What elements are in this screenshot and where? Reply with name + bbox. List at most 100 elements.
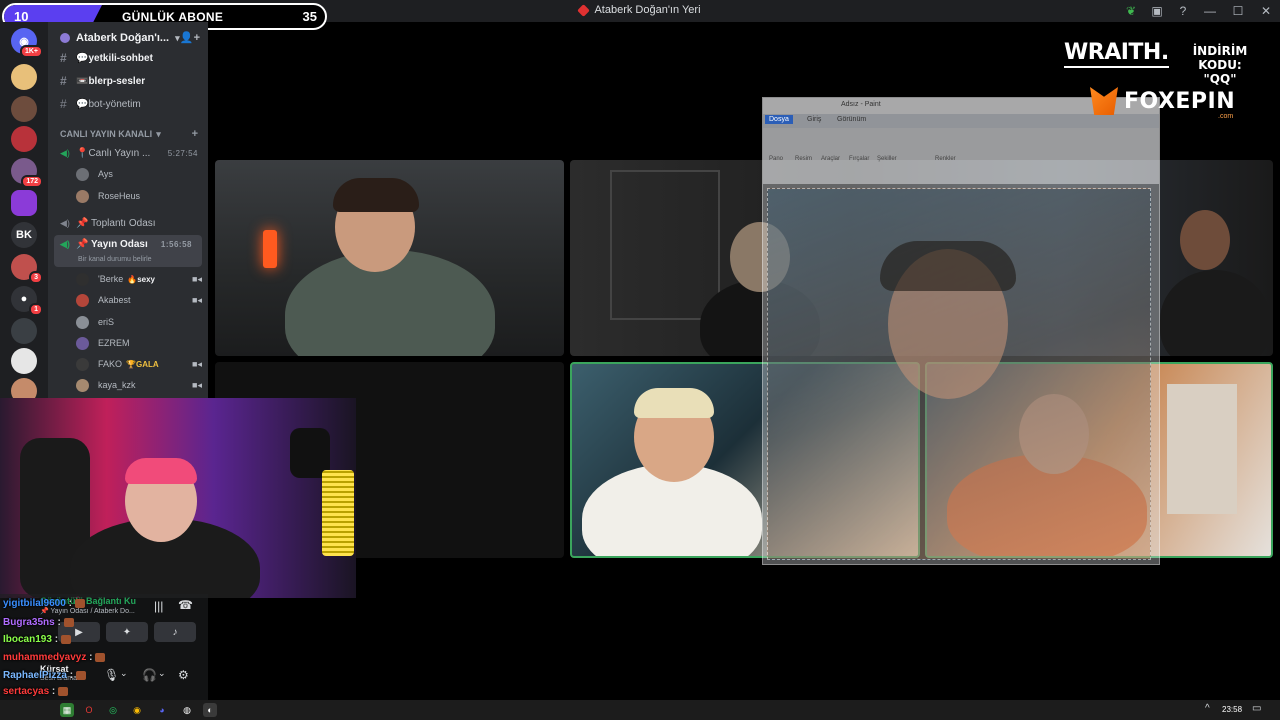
discount-code: "QQ" xyxy=(1203,72,1237,86)
streamer-webcam xyxy=(0,398,356,598)
server-header[interactable]: Ataberk Doğan'ı... ▾ 👤+ xyxy=(48,28,208,48)
avatar xyxy=(76,167,89,181)
activities-icon: ✦ xyxy=(122,626,132,638)
voice-member[interactable]: kaya_kzk ■◂ xyxy=(76,375,204,395)
activities-button[interactable]: ✦ xyxy=(106,622,148,642)
foxepin-domain: .com xyxy=(1218,113,1234,120)
settings-gear-icon[interactable]: ⚙ xyxy=(178,668,189,682)
voice-member[interactable]: 'Berke 🔥sexy ■◂ xyxy=(76,269,204,289)
emote-icon xyxy=(61,634,72,644)
paint-tab-dosya[interactable]: Dosya xyxy=(765,115,793,124)
chevron-down-icon: ▾ xyxy=(156,128,161,139)
voice-channel-toplanti[interactable]: ◀) 📌 Toplantı Odası xyxy=(48,213,208,233)
paint-canvas[interactable] xyxy=(767,188,1151,560)
opera-icon[interactable]: O xyxy=(82,703,96,717)
server-2-icon[interactable] xyxy=(11,96,37,122)
voice-member[interactable]: Ays xyxy=(76,164,204,184)
noise-suppression-icon[interactable]: ||| xyxy=(154,599,163,613)
chat-message: muhammedyavyz : xyxy=(3,652,106,663)
whatsapp-icon[interactable]: ◎ xyxy=(106,703,120,717)
discount-label: İNDİRİM KODU: xyxy=(1192,44,1248,72)
subscriber-count-goal: 35 xyxy=(302,9,317,24)
camera-icon: ▶ xyxy=(75,626,83,638)
paint-window-overlay[interactable]: Adsız - Paint Dosya Giriş Görünüm Pano R… xyxy=(762,97,1160,565)
avatar xyxy=(76,272,89,286)
tray-chevron-up-icon[interactable]: ^ xyxy=(1205,703,1210,714)
soundboard-button[interactable]: ♪ xyxy=(154,622,196,642)
category-canli-yayin[interactable]: CANLI YAYIN KANALI ▾ + xyxy=(48,124,208,144)
chevron-down-icon[interactable]: ⌄ xyxy=(158,668,166,679)
minimize-button[interactable]: — xyxy=(1196,0,1224,22)
inbox-icon[interactable]: ▣ xyxy=(1144,0,1170,22)
paint-taskbar-icon[interactable]: ◐ xyxy=(203,703,217,717)
server-bk-icon[interactable]: BK xyxy=(11,222,37,248)
disconnect-icon[interactable]: ☎ xyxy=(178,598,193,612)
help-icon[interactable]: ? xyxy=(1170,0,1196,22)
avatar xyxy=(76,336,89,350)
voice-member[interactable]: Akabest ■◂ xyxy=(76,290,204,310)
channel-bot-yonetim[interactable]: # 💬bot-yönetim xyxy=(48,94,208,114)
headphones-icon[interactable]: 🎧 xyxy=(142,668,157,682)
server-purple-icon[interactable] xyxy=(11,190,37,216)
wraith-logo: WRAITH. xyxy=(1064,40,1169,68)
emote-icon xyxy=(76,670,87,680)
speaker-icon: ◀) xyxy=(60,147,70,158)
nitro-leaf-icon[interactable]: ❦ xyxy=(1118,0,1144,22)
server-ataberk-icon[interactable] xyxy=(11,64,37,90)
maximize-button[interactable]: ☐ xyxy=(1224,0,1252,22)
discord-taskbar-icon[interactable]: ◕ xyxy=(155,703,169,717)
microphone-icon[interactable]: 🎙 xyxy=(104,668,119,682)
chat-message: RaphaelPizza : xyxy=(3,670,87,681)
avatar xyxy=(76,378,89,392)
voice-member[interactable]: FAKO 🏆GALA ■◂ xyxy=(76,354,204,374)
speaker-icon: ◀) xyxy=(60,239,70,249)
close-button[interactable]: ✕ xyxy=(1252,0,1280,22)
ribbon-resim[interactable]: Resim xyxy=(795,156,812,162)
taskbar-app-icon[interactable]: ▦ xyxy=(60,703,74,717)
ribbon-araclar[interactable]: Araçlar xyxy=(821,156,840,162)
chrome-icon[interactable]: ◉ xyxy=(130,703,144,717)
chat-message: Bugra35ns : xyxy=(3,617,74,628)
camera-icon: ■◂ xyxy=(192,294,202,305)
category-label: CANLI YAYIN KANALI xyxy=(60,129,153,139)
server-red-icon[interactable] xyxy=(11,126,37,152)
server-1-icon[interactable]: ● 1 xyxy=(11,286,43,316)
server-car-icon[interactable] xyxy=(11,318,37,344)
obs-icon[interactable]: ◍ xyxy=(180,703,194,717)
paint-tab-gorunum[interactable]: Görünüm xyxy=(837,116,866,123)
server-3-icon[interactable]: 3 xyxy=(11,254,43,284)
paint-tab-giris[interactable]: Giriş xyxy=(807,116,821,123)
chat-message: yigitbilal9600 : xyxy=(3,598,85,609)
ribbon-pano[interactable]: Pano xyxy=(769,156,783,162)
ribbon-renkler[interactable]: Renkler xyxy=(935,156,956,162)
notification-icon[interactable]: ▭ xyxy=(1252,703,1261,714)
voice-member[interactable]: EZREM xyxy=(76,333,204,353)
voice-timer: 1:56:58 xyxy=(160,240,192,249)
discount-code-block: İNDİRİM KODU: "QQ" xyxy=(1173,44,1267,86)
ribbon-fircalar[interactable]: Fırçalar xyxy=(849,156,869,162)
channel-status-note[interactable]: Bir kanal durumu belirle xyxy=(78,256,152,263)
server-172-icon[interactable]: 172 xyxy=(11,158,43,188)
emote-icon xyxy=(95,652,106,662)
paint-ribbon: Pano Resim Araçlar Fırçalar Şekiller Ren… xyxy=(763,128,1159,184)
avatar xyxy=(76,357,89,371)
server-white-icon[interactable] xyxy=(11,348,37,374)
discord-home-icon[interactable]: ◉ 1K+ xyxy=(11,28,43,58)
emote-icon xyxy=(74,598,85,608)
voice-member[interactable]: RoseHeus xyxy=(76,186,204,206)
add-channel-icon[interactable]: + xyxy=(192,128,198,140)
channel-yetkili-sohbet[interactable]: # 💬yetkili-sohbet xyxy=(48,48,208,68)
ribbon-sekiller[interactable]: Şekiller xyxy=(877,156,897,162)
voice-panel: Görüntülü Bağlantı Ku 📌 Yayın Odası / At… xyxy=(0,594,208,700)
invite-user-icon[interactable]: 👤+ xyxy=(180,31,200,44)
discord-logo-icon xyxy=(577,3,591,17)
chevron-down-icon[interactable]: ⌄ xyxy=(120,668,128,679)
video-tile-1[interactable] xyxy=(215,160,564,356)
taskbar-clock[interactable]: 23:58 xyxy=(1222,705,1242,714)
mic-lamp xyxy=(322,470,354,556)
server-name: Ataberk Doğan'ı... xyxy=(76,32,170,44)
voice-member[interactable]: eriS xyxy=(76,312,204,332)
voice-channel-canli-yayin[interactable]: ◀) 📍Canlı Yayın ... 5:27:54 xyxy=(48,143,208,163)
channel-blerp-sesler[interactable]: # 📼blerp-sesler xyxy=(48,71,208,91)
avatar xyxy=(76,189,89,203)
